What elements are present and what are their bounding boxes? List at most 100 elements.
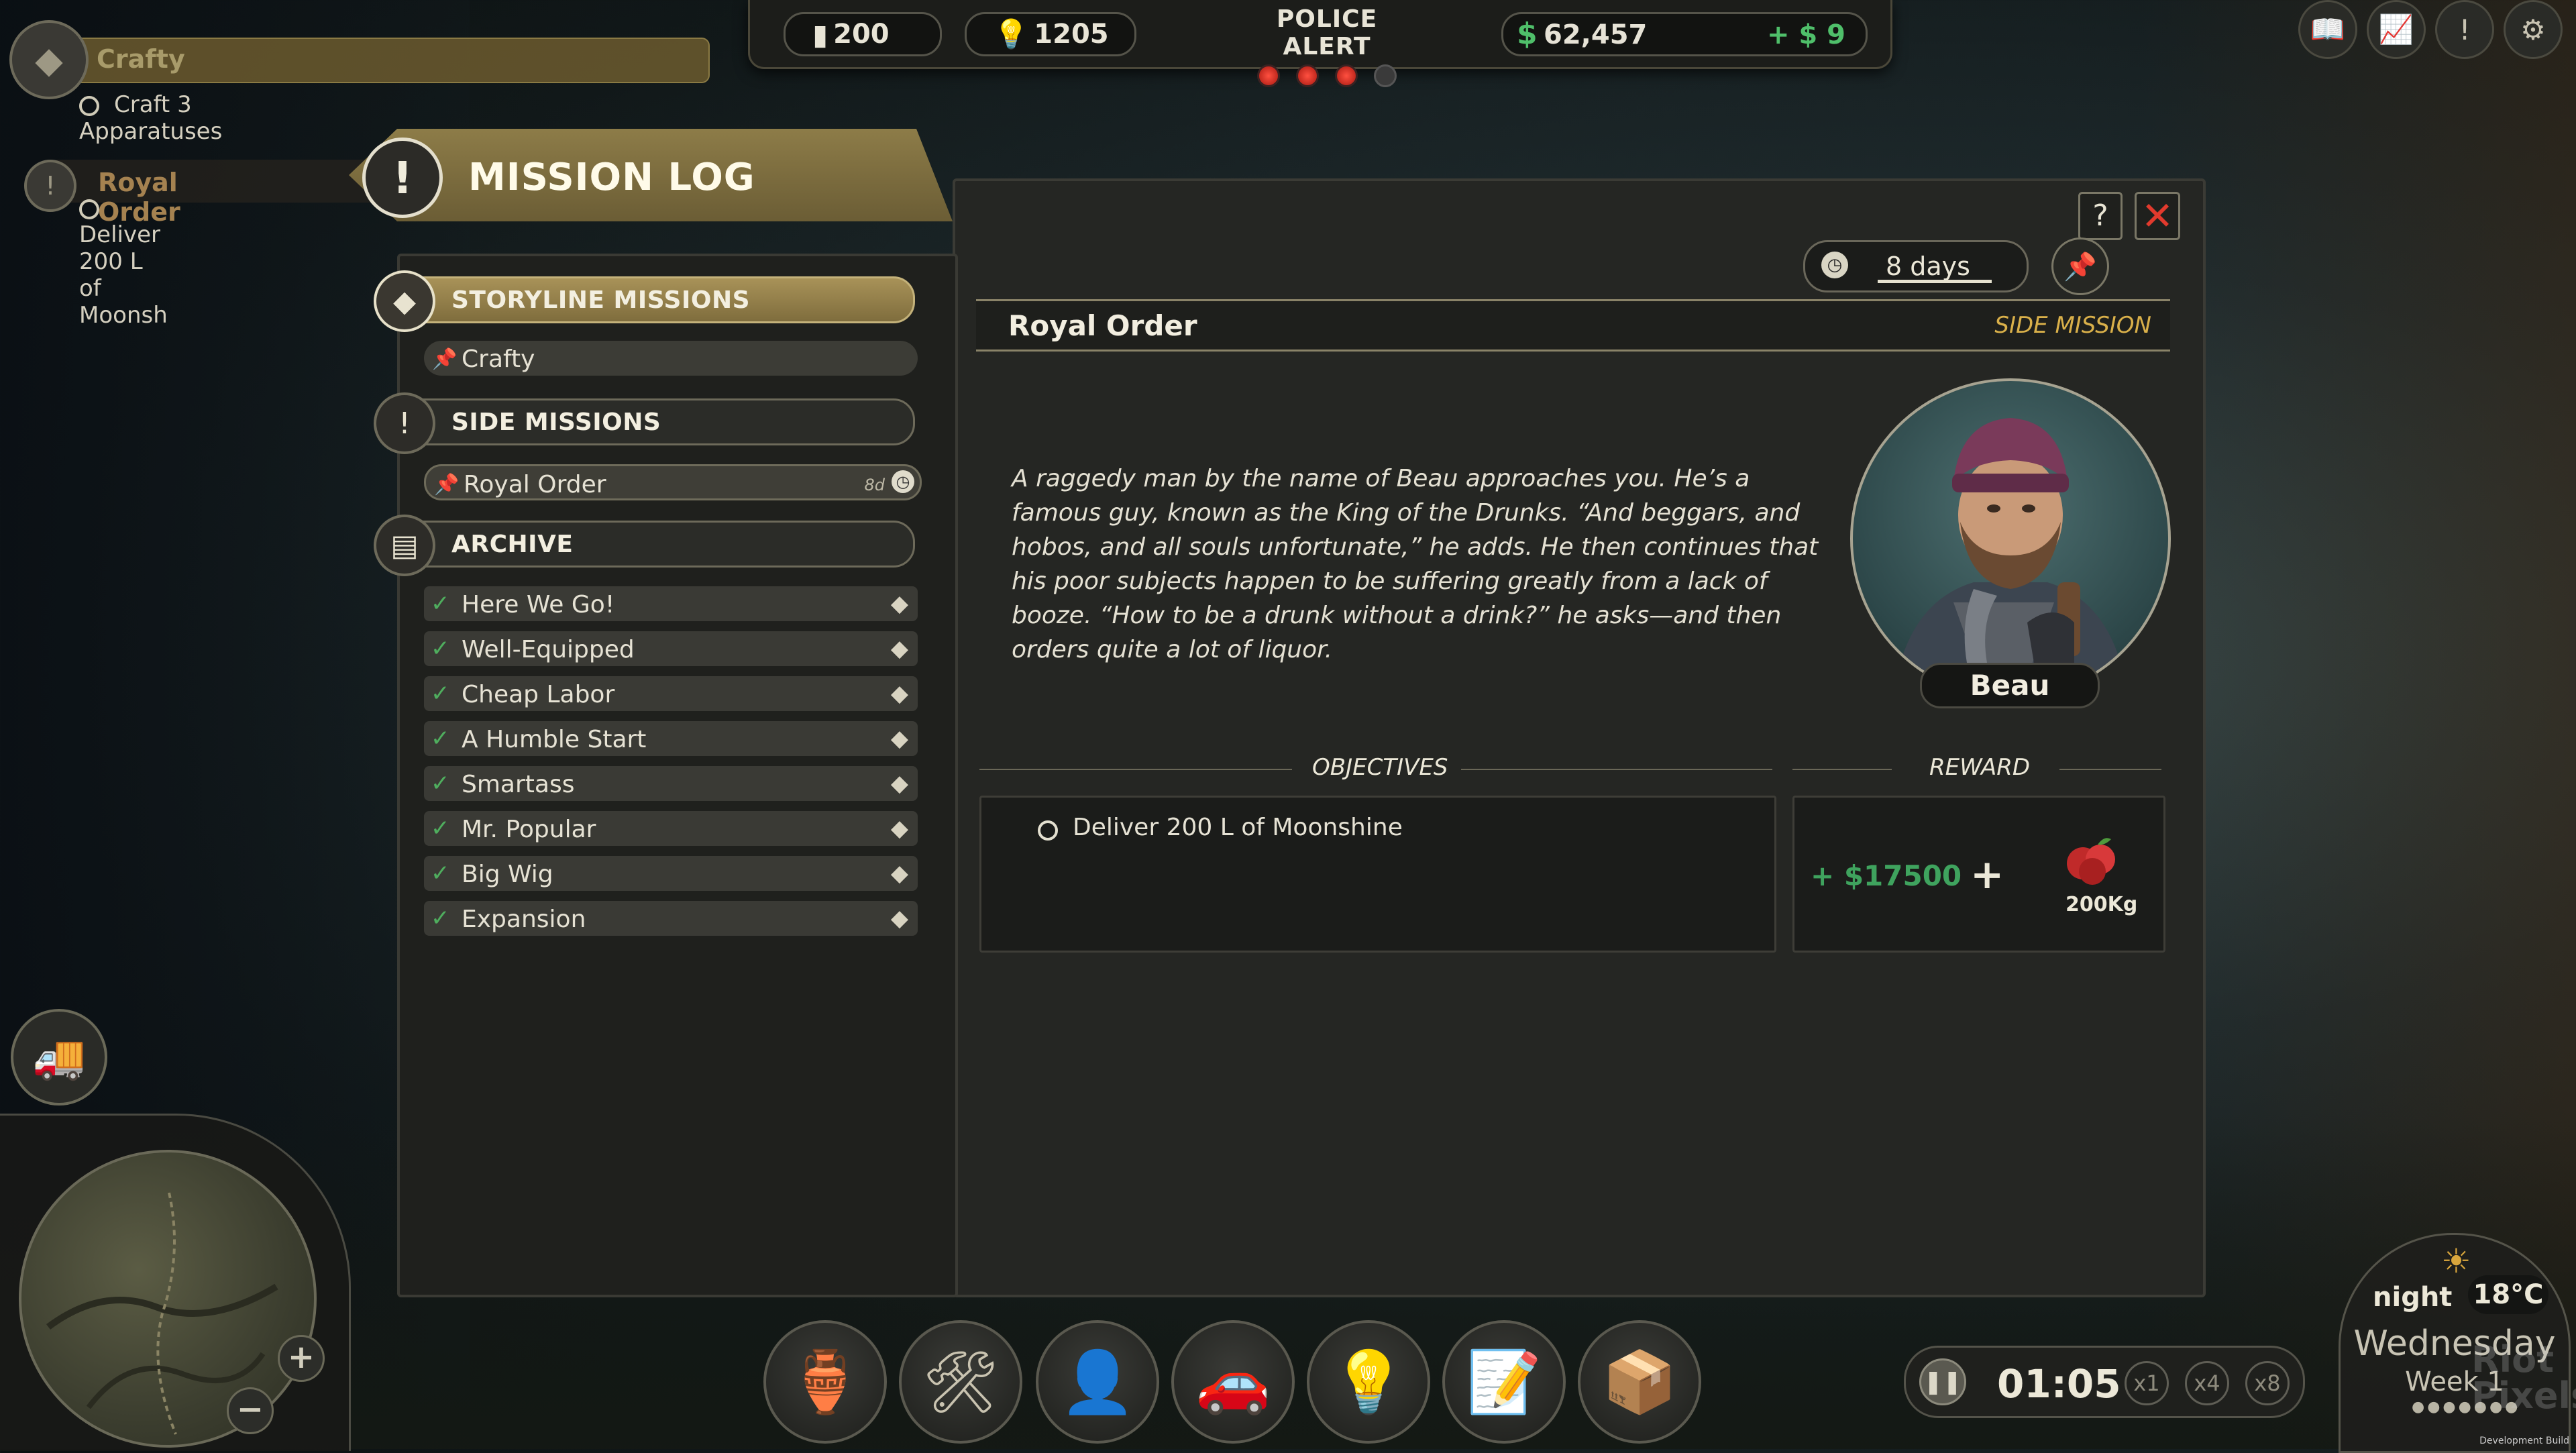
mission-item-days: 8d — [864, 476, 885, 494]
storyline-diamond-icon: ◆ — [890, 815, 908, 842]
storyline-diamond-icon: ◆ — [890, 860, 908, 887]
lightbulb-icon: 💡 — [1330, 1346, 1407, 1417]
category-storyline[interactable]: ◆ STORYLINE MISSIONS — [374, 270, 915, 332]
box-icon: 📦 — [1601, 1346, 1678, 1417]
pin-icon: 📌 — [432, 347, 458, 371]
objective-circle-icon — [79, 95, 99, 116]
delivery-truck-button[interactable]: 🚚 — [11, 1009, 107, 1106]
speed-x8-button[interactable]: x8 — [2245, 1361, 2290, 1405]
lightbulb-icon: 💡 — [994, 17, 1029, 50]
book-icon[interactable]: 📖 — [2298, 0, 2357, 59]
jar-icon: ▮ — [812, 17, 828, 51]
car-icon: 🚗 — [1195, 1346, 1271, 1417]
storyline-diamond-icon: ◆ — [374, 270, 435, 332]
archive-item[interactable]: ✓ Smartass ◆ — [424, 766, 918, 801]
mission-item-royal-order[interactable]: 📌 Royal Order 8d ◷ — [424, 464, 922, 500]
archive-item-label: Mr. Popular — [462, 816, 596, 843]
archive-item[interactable]: ✓ Cheap Labor ◆ — [424, 676, 918, 711]
reward-item-amount: 200Kg — [2065, 893, 2138, 916]
objectives-heading: OBJECTIVES — [1312, 754, 1448, 781]
storyline-diamond-icon: ◆ — [890, 725, 908, 752]
archive-item[interactable]: ✓ Big Wig ◆ — [424, 856, 918, 891]
tracker-mission-1[interactable]: ◆ Crafty — [9, 20, 710, 99]
objective-text: Deliver 200 L of Moonshine — [1073, 814, 1403, 841]
speed-x1-button[interactable]: x1 — [2125, 1361, 2169, 1405]
archive-item[interactable]: ✓ Mr. Popular ◆ — [424, 811, 918, 846]
reward-heading: REWARD — [1929, 754, 2031, 781]
dollar-icon: $ — [1517, 17, 1538, 51]
money-income: + $ 9 — [1766, 19, 1845, 50]
close-button[interactable]: ✕ — [2135, 192, 2180, 240]
storage-button[interactable]: 📦 — [1578, 1320, 1701, 1444]
missions-exclamation-icon[interactable]: ! — [2435, 0, 2494, 59]
archive-item[interactable]: ✓ Here We Go! ◆ — [424, 586, 918, 621]
archive-cabinet-icon: ▤ — [374, 515, 435, 576]
zoom-in-button[interactable]: + — [278, 1335, 325, 1382]
police-alert[interactable]: POLICE ALERT — [1233, 5, 1421, 87]
side-mission-exclamation-icon: ! — [24, 160, 76, 212]
checkmark-icon: ✓ — [431, 815, 450, 842]
storage-counter[interactable]: ▮ 200 — [784, 12, 942, 56]
reward-divider-left — [1792, 769, 1892, 770]
category-archive[interactable]: ▤ ARCHIVE — [374, 515, 915, 576]
research-button[interactable]: 💡 — [1307, 1320, 1430, 1444]
tools-button[interactable]: 🛠 — [899, 1320, 1022, 1444]
sun-icon: ☀ — [2441, 1242, 2471, 1281]
development-build-label: Development Build — [2479, 1436, 2569, 1446]
stats-chart-icon[interactable]: 📈 — [2367, 0, 2426, 59]
archive-item-label: Well-Equipped — [462, 636, 635, 663]
clock-icon: ◷ — [892, 470, 914, 493]
pin-mission-button[interactable]: 📌 — [2051, 237, 2109, 295]
police-light-2 — [1296, 64, 1319, 87]
time-speed-control: ❚❚ 01:05 x1 x4 x8 — [1904, 1346, 2305, 1418]
archive-item-label: Smartass — [462, 771, 575, 798]
mission-timer: ◷ 8 days — [1803, 240, 2029, 292]
tracker-objective-2: Deliver 200 L of Moonsh — [79, 195, 168, 329]
checkmark-icon: ✓ — [431, 680, 450, 707]
mission-item-label: Royal Order — [464, 471, 606, 498]
vehicles-button[interactable]: 🚗 — [1171, 1320, 1295, 1444]
notes-button[interactable]: 📝 — [1442, 1320, 1566, 1444]
objectives-box: Deliver 200 L of Moonshine — [979, 796, 1776, 953]
resource-bar: ▮ 200 💡 1205 POLICE ALERT $ 62,457 + $ 9 — [748, 0, 1892, 87]
mission-detail-header: Royal Order SIDE MISSION — [976, 299, 2170, 352]
tracker-mission-1-title: Crafty — [97, 44, 185, 74]
tracker-objective-1: Craft 3 Apparatuses — [79, 91, 222, 145]
archive-item[interactable]: ✓ A Humble Start ◆ — [424, 721, 918, 756]
speed-x4-button[interactable]: x4 — [2185, 1361, 2229, 1405]
money-counter[interactable]: $ 62,457 + $ 9 — [1501, 12, 1868, 56]
research-counter[interactable]: 💡 1205 — [965, 12, 1136, 56]
character-name: Beau — [1920, 663, 2100, 708]
objectives-divider-right — [1461, 769, 1772, 770]
storyline-diamond-icon: ◆ — [890, 635, 908, 662]
storyline-diamond-icon: ◆ — [890, 770, 908, 797]
pin-icon: 📌 — [434, 473, 460, 496]
police-light-4 — [1374, 64, 1397, 87]
research-value: 1205 — [1034, 19, 1109, 50]
reward-money: + $17500 — [1811, 859, 1962, 892]
zoom-out-button[interactable]: − — [227, 1387, 274, 1434]
workers-button[interactable]: 👤 — [1036, 1320, 1159, 1444]
category-side-missions[interactable]: ! SIDE MISSIONS — [374, 392, 915, 454]
checkmark-icon: ✓ — [431, 905, 450, 932]
checkmark-icon: ✓ — [431, 860, 450, 887]
beau-portrait-icon — [1893, 418, 2128, 696]
archive-item[interactable]: ✓ Well-Equipped ◆ — [424, 631, 918, 666]
storyline-diamond-icon: ◆ — [890, 905, 908, 932]
archive-item-label: A Humble Start — [462, 726, 647, 753]
notepad-icon: 📝 — [1466, 1346, 1542, 1417]
police-alert-lights — [1233, 64, 1421, 87]
objective-circle-icon — [79, 199, 99, 219]
pause-button[interactable]: ❚❚ — [1919, 1358, 1966, 1405]
help-button[interactable]: ? — [2078, 192, 2123, 240]
settings-gear-icon[interactable]: ⚙ — [2504, 0, 2563, 59]
mission-timer-underline — [1878, 280, 1992, 283]
pin-icon: 📌 — [2063, 251, 2097, 282]
mission-item-label: Crafty — [462, 345, 535, 373]
archive-item[interactable]: ✓ Expansion ◆ — [424, 901, 918, 936]
watermark-text: Riot Pixels — [2471, 1338, 2576, 1417]
police-alert-label: POLICE ALERT — [1276, 5, 1378, 60]
mission-item-crafty[interactable]: 📌 Crafty — [424, 341, 918, 376]
moonshine-jug-button[interactable]: 🏺 — [763, 1320, 887, 1444]
police-light-3 — [1335, 64, 1358, 87]
